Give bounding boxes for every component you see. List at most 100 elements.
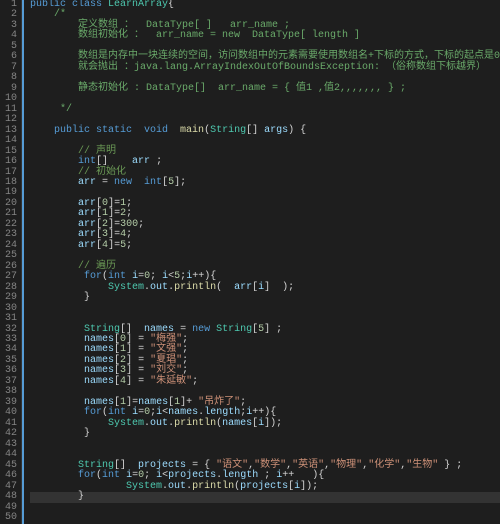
token-pun: ]; — [174, 177, 186, 188]
token-id: arr — [78, 208, 96, 219]
token-kw: for — [84, 407, 102, 418]
token-pun: ; — [150, 271, 162, 282]
token-str: "朱延敏" — [150, 376, 192, 387]
token-pun: [] — [96, 156, 132, 167]
token-id: names — [144, 324, 174, 335]
token-pun — [30, 125, 54, 136]
token-doc: 静态初始化 : DataType[] arr_name = { 值1 ,值2,,… — [30, 83, 406, 94]
code-line[interactable] — [30, 503, 500, 513]
line-number: 16 — [2, 157, 17, 167]
token-pun — [30, 229, 78, 240]
token-pun: ; — [126, 208, 132, 219]
code-line[interactable]: System.out.println( arr[i] ); — [30, 283, 500, 293]
code-editor-area[interactable]: public class LearnArray{ /* 定义数组 ： DataT… — [22, 0, 500, 524]
token-pun — [30, 146, 78, 157]
code-line[interactable]: arr = new int[5]; — [30, 178, 500, 188]
token-pun — [30, 502, 36, 513]
token-doc: 数组是内存中一块连续的空间，访问数组中的元素需要使用数组名+下标的方式，下标的起… — [30, 51, 500, 62]
token-pun: [] — [246, 125, 264, 136]
code-line[interactable] — [30, 304, 500, 314]
token-pun — [30, 250, 36, 261]
token-pun: } — [30, 292, 90, 303]
code-line[interactable] — [30, 94, 500, 104]
code-line[interactable]: arr[4]=5; — [30, 241, 500, 251]
token-doc: /* — [30, 9, 66, 20]
token-pun: ) { — [288, 125, 306, 136]
token-pun: ; — [126, 240, 132, 251]
token-type: String — [210, 125, 246, 136]
token-pun — [30, 481, 126, 492]
token-id: names — [84, 365, 114, 376]
token-kw: new — [192, 324, 216, 335]
token-id: args — [264, 125, 288, 136]
token-pun: ; — [258, 470, 276, 481]
token-pun: ++){ — [252, 407, 276, 418]
code-line[interactable]: */ — [30, 105, 500, 115]
token-type: String — [216, 324, 252, 335]
token-str: "英语" — [292, 460, 324, 471]
token-pun — [30, 177, 78, 188]
token-pun: ] = — [126, 376, 150, 387]
code-line[interactable]: } — [30, 429, 500, 439]
token-pun — [30, 303, 36, 314]
token-pun — [30, 282, 108, 293]
token-pun: ( — [216, 282, 234, 293]
token-pun — [30, 187, 36, 198]
token-pun: ] = — [126, 365, 150, 376]
token-pun — [30, 208, 78, 219]
token-pun — [30, 407, 84, 418]
token-str: "物理" — [330, 460, 362, 471]
token-id: arr — [234, 282, 252, 293]
token-pun: ] ); — [264, 282, 294, 293]
token-pun: [] — [120, 324, 144, 335]
token-pun — [30, 470, 78, 481]
token-id: out — [150, 418, 168, 429]
token-id: length — [222, 470, 258, 481]
token-kw: int — [78, 156, 96, 167]
token-pun — [30, 386, 36, 397]
token-pun: = { — [186, 460, 216, 471]
code-line[interactable] — [30, 440, 500, 450]
code-line[interactable]: } — [30, 293, 500, 303]
code-line[interactable]: names[4] = "朱延敏"; — [30, 377, 500, 387]
line-number-gutter: 1234567891011121314151617181920212223242… — [0, 0, 22, 524]
token-pun: } — [30, 428, 90, 439]
token-str: "文强" — [150, 344, 182, 355]
code-line[interactable]: System.out.println(projects[i]); — [30, 482, 500, 492]
token-id: projects — [168, 470, 216, 481]
code-line[interactable]: public static void main(String[] args) { — [30, 126, 500, 136]
token-pun: } — [30, 491, 84, 502]
token-id: projects — [138, 460, 186, 471]
code-line[interactable]: System.out.println(names[i]); — [30, 419, 500, 429]
token-str: "刘交" — [150, 365, 182, 376]
token-pun: = — [96, 177, 114, 188]
token-kw: public static void — [54, 125, 180, 136]
code-line[interactable]: 数组初始化 ： arr_name = new DataType[ length … — [30, 31, 500, 41]
code-line[interactable] — [30, 513, 500, 523]
code-line[interactable]: 静态初始化 : DataType[] arr_name = { 值1 ,值2,,… — [30, 84, 500, 94]
token-doc: 就会抛出 ：java.lang.ArrayIndexOutOfBoundsExc… — [30, 62, 486, 73]
code-line[interactable]: } — [30, 492, 500, 502]
token-pun: ]= — [108, 208, 120, 219]
token-id: arr — [78, 177, 96, 188]
token-type: System — [108, 418, 144, 429]
token-cmt: // 初始化 — [78, 167, 126, 178]
code-line[interactable]: public class LearnArray{ — [30, 0, 500, 10]
token-id: length — [204, 407, 240, 418]
token-doc: */ — [30, 104, 72, 115]
token-type: System — [108, 282, 144, 293]
token-id: names — [84, 344, 114, 355]
token-str: "语文" — [216, 460, 248, 471]
token-kw: for — [84, 271, 102, 282]
token-pun — [30, 512, 36, 523]
token-str: "化学" — [368, 460, 400, 471]
token-kw: for — [78, 470, 96, 481]
token-id: out — [168, 481, 186, 492]
token-type: System — [126, 481, 162, 492]
token-pun: } ; — [438, 460, 462, 471]
code-line[interactable]: 就会抛出 ：java.lang.ArrayIndexOutOfBoundsExc… — [30, 63, 500, 73]
line-number: 46 — [2, 471, 17, 481]
token-fn: println — [174, 282, 216, 293]
token-str: "生物" — [406, 460, 438, 471]
token-pun: ]= — [108, 229, 120, 240]
